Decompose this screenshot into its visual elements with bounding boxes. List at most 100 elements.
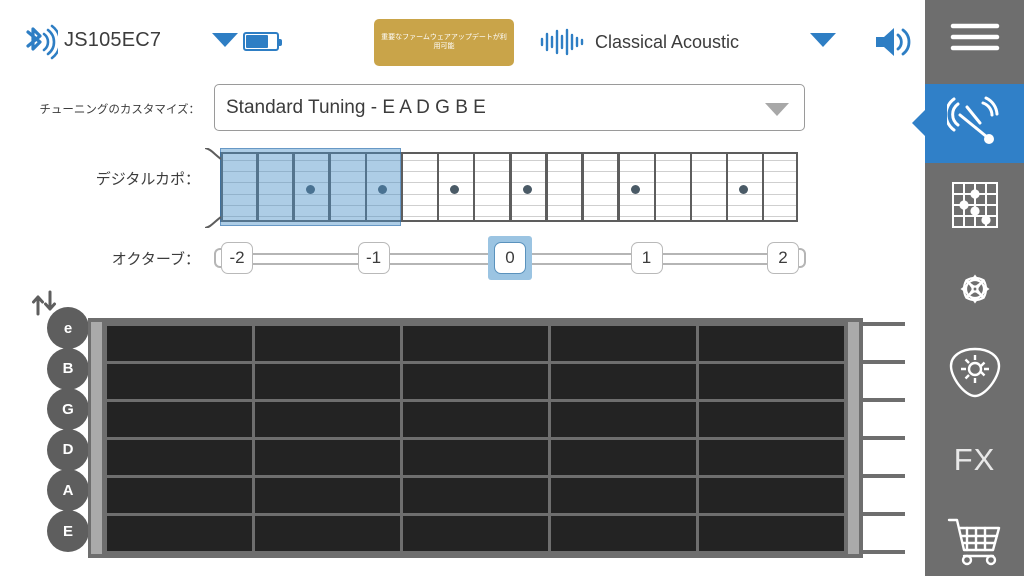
tuning-fork-icon <box>943 93 1003 154</box>
grid-cell[interactable] <box>402 363 549 399</box>
sidebar-item-chords[interactable] <box>925 168 1024 247</box>
tuning-select[interactable]: Standard Tuning - E A D G B E <box>214 84 805 131</box>
dpad-icon <box>946 260 1004 323</box>
string-badge-e[interactable]: e <box>47 307 89 349</box>
grid-cell[interactable] <box>551 325 697 361</box>
grid-cell[interactable] <box>699 363 845 399</box>
grid-string-tail <box>859 474 905 478</box>
fret-line <box>689 154 693 220</box>
grid-cell[interactable] <box>402 325 549 361</box>
fret-line <box>761 154 765 220</box>
sidebar-item-menu[interactable] <box>925 0 1024 79</box>
app-header: JS105EC7 重要なファームウェアアップデートが利用可能 Classical… <box>0 0 925 85</box>
fret-inlay-dot <box>630 185 640 194</box>
grid-cell[interactable] <box>106 401 252 437</box>
grid-nut-left <box>91 322 102 554</box>
grid-string-tail <box>859 398 905 402</box>
string-badge-D[interactable]: D <box>47 428 89 471</box>
grid-cell[interactable] <box>106 363 252 399</box>
fret-line <box>472 154 476 220</box>
fret-line <box>795 154 798 220</box>
grid-cell[interactable] <box>699 439 845 475</box>
fret-inlay-dot <box>522 185 532 194</box>
fret-line <box>617 154 620 220</box>
pick-gear-icon <box>947 344 1003 407</box>
grid-cell[interactable] <box>254 325 400 361</box>
speaker-volume-icon[interactable] <box>872 22 918 62</box>
grid-cell[interactable] <box>699 325 845 361</box>
grid-string-tail <box>859 512 905 516</box>
octave-track-cap-left <box>214 248 221 268</box>
tuning-label: チューニングのカスタマイズ： <box>39 102 200 116</box>
sidebar-item-dpad[interactable] <box>925 252 1024 331</box>
hamburger-menu-icon <box>945 15 1005 64</box>
grid-cell[interactable] <box>106 515 252 551</box>
fretboard-nut-curve <box>204 215 222 229</box>
grid-cell[interactable] <box>402 401 549 437</box>
fret-line <box>436 154 440 220</box>
grid-cell[interactable] <box>106 439 252 475</box>
string-badge-B[interactable]: B <box>47 347 89 390</box>
octave-stop-0[interactable]: 0 <box>494 242 526 274</box>
grid-cell[interactable] <box>254 515 400 551</box>
bluetooth-icon[interactable] <box>14 20 62 64</box>
sidebar-item-tuner[interactable] <box>912 84 1024 163</box>
grid-cell[interactable] <box>551 401 697 437</box>
device-chevron-down-icon[interactable] <box>212 33 238 47</box>
sidebar-item-settings[interactable] <box>925 336 1024 415</box>
octave-slider[interactable]: -2 -1 0 1 2 <box>214 236 806 280</box>
fret-line <box>509 154 512 220</box>
grid-cell[interactable] <box>402 477 549 513</box>
string-badge-A[interactable]: A <box>47 469 89 512</box>
fret-line <box>653 154 656 220</box>
string-grid[interactable] <box>88 318 908 558</box>
octave-label: オクターブ： <box>111 250 200 268</box>
fret-line <box>545 154 548 220</box>
grid-cell[interactable] <box>254 401 400 437</box>
preset-chevron-down-icon[interactable] <box>810 33 836 47</box>
grid-string-tail <box>859 322 905 326</box>
grid-cell[interactable] <box>551 477 697 513</box>
grid-cell[interactable] <box>402 515 549 551</box>
grid-nut-right <box>848 322 859 554</box>
tuning-selected-value: Standard Tuning - E A D G B E <box>226 97 486 118</box>
grid-string-tail <box>859 436 905 440</box>
fret-line <box>400 154 404 220</box>
grid-cell[interactable] <box>699 515 845 551</box>
octave-stop-minus2[interactable]: -2 <box>221 242 253 274</box>
firmware-update-badge[interactable]: 重要なファームウェアアップデートが利用可能 <box>374 19 514 66</box>
fret-line <box>725 154 729 220</box>
active-tab-pointer-icon <box>912 110 925 136</box>
octave-stop-2[interactable]: 2 <box>767 242 799 274</box>
grid-cell[interactable] <box>106 325 252 361</box>
grid-string-tail <box>859 550 905 554</box>
fret-line <box>581 154 584 220</box>
device-name: JS105EC7 <box>64 29 162 51</box>
tuning-chevron-down-icon[interactable] <box>765 103 789 116</box>
chord-chart-icon <box>948 178 1002 237</box>
grid-string-tail <box>859 360 905 364</box>
preset-name: Classical Acoustic <box>595 32 740 52</box>
grid-cell[interactable] <box>551 515 697 551</box>
grid-cell[interactable] <box>699 401 845 437</box>
grid-cell[interactable] <box>551 363 697 399</box>
sidebar-item-store[interactable] <box>925 504 1024 576</box>
grid-cell[interactable] <box>402 439 549 475</box>
octave-stop-1[interactable]: 1 <box>630 242 663 274</box>
digital-capo-fretboard[interactable] <box>204 147 798 229</box>
sidebar-item-fx[interactable]: FX <box>925 420 1024 499</box>
string-badge-G[interactable]: G <box>47 388 89 431</box>
grid-cell[interactable] <box>699 477 845 513</box>
octave-stop-minus1[interactable]: -1 <box>357 242 390 274</box>
grid-cell[interactable] <box>254 439 400 475</box>
grid-cell[interactable] <box>254 363 400 399</box>
string-badge-E[interactable]: E <box>47 510 89 552</box>
capo-label: デジタルカポ： <box>95 170 200 188</box>
grid-cell[interactable] <box>551 439 697 475</box>
grid-cell[interactable] <box>106 477 252 513</box>
capo-highlight[interactable] <box>220 148 401 226</box>
fx-text-icon: FX <box>953 441 996 477</box>
battery-tip <box>279 39 282 46</box>
grid-cell[interactable] <box>254 477 400 513</box>
shopping-cart-icon <box>945 514 1005 573</box>
